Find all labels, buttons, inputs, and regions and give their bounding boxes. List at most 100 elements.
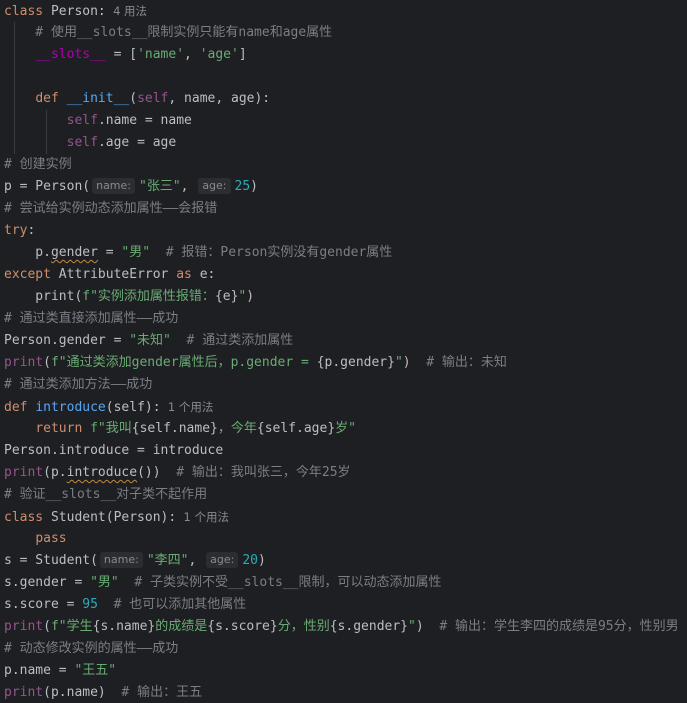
code-line[interactable]: class Person: 4 用法 [4,0,147,22]
code-token: print [4,619,44,634]
code-line[interactable]: def __init__(self, name, age): [4,88,270,110]
code-line[interactable]: # 创建实例 [4,154,72,176]
code-line[interactable]: print(p.name) # 输出：王五 [4,682,202,703]
code-line[interactable]: s.gender = "男" # 子类实例不受__slots__限制，可以动态添… [4,572,442,594]
code-line[interactable]: __slots__ = ['name', 'age'] [4,44,247,66]
code-line[interactable]: # 尝试给实例动态添加属性——会报错 [4,198,217,220]
code-token: .age = age [97,135,177,150]
code-token: , [180,179,197,194]
code-token: s.score = [4,597,83,612]
code-token: 'name' [137,47,185,62]
code-token: {s.score} [207,619,278,634]
code-line[interactable]: def introduce(self): 1 个用法 [4,396,213,418]
code-comment: # 输出：王五 [105,685,203,700]
code-comment: # 通过类直接添加属性——成功 [4,311,179,326]
usage-hint[interactable]: 4 用法 [106,4,147,18]
code-line[interactable]: pass [4,528,67,550]
parameter-hint: age: [206,552,239,568]
code-token: def [35,91,67,106]
code-token: ( [129,91,138,106]
code-token: 20 [242,553,258,568]
code-token: def [4,400,36,415]
code-token: Person: [50,4,106,19]
code-token: : [27,223,36,238]
code-line[interactable]: # 通过类添加方法——成功 [4,374,152,396]
code-token: 95 [82,597,98,612]
code-line[interactable]: p.name = "王五" [4,660,116,682]
code-token: {e} [214,289,239,304]
code-token: Person.introduce = introduce [4,443,224,458]
usage-hint[interactable]: 1 个用法 [161,400,214,414]
code-token: , [184,47,200,62]
code-token: {self.age} [256,421,336,436]
code-token: class [4,510,51,525]
code-line[interactable]: print(f"实例添加属性报错：{e}") [4,286,254,308]
code-comment: # 创建实例 [4,157,72,172]
code-token: as [176,267,200,282]
code-line[interactable]: except AttributeError as e: [4,264,215,286]
code-line[interactable]: try: [4,220,35,242]
code-token: try [4,223,28,238]
code-token: ) [402,355,411,370]
code-line[interactable]: p = Person(name: "张三", age: 25) [4,176,258,198]
code-token: (self): [105,400,161,415]
code-comment: # 也可以添加其他属性 [97,597,247,612]
code-token: f"通过类添加gender属性后，p.gender = [50,355,317,370]
code-token: 岁" [335,421,356,436]
code-line[interactable]: # 通过类直接添加属性——成功 [4,308,178,330]
code-token: __slots__ [35,47,106,62]
code-line[interactable]: # 验证__slots__对子类不起作用 [4,484,207,506]
code-token: f"学生 [50,619,93,634]
code-token: .name = name [97,113,192,128]
code-token: print( [4,289,83,304]
code-token: "男" [121,245,151,260]
code-token: ) [250,179,258,194]
code-line[interactable]: self.name = name [4,110,192,132]
code-token: self [66,113,98,128]
code-token: __init__ [66,91,130,106]
code-line[interactable]: print(f"学生{s.name}的成绩是{s.score}分，性别{s.ge… [4,616,679,638]
code-token: ( [43,355,51,370]
usage-hint[interactable]: 1 个用法 [176,510,230,524]
code-token: except [4,267,59,282]
code-line[interactable]: self.age = age [4,132,177,154]
code-token: 分，性别 [277,619,330,634]
code-line[interactable]: class Student(Person): 1 个用法 [4,506,229,528]
parameter-hint: name: [92,178,135,194]
code-editor[interactable]: class Person: 4 用法 # 使用__slots__限制实例只能有n… [0,0,687,703]
code-token: pass [35,531,67,546]
code-line[interactable]: print(p.introduce()) # 输出：我叫张三，今年25岁 [4,462,351,484]
code-token: ( [43,619,51,634]
code-token: return [35,421,91,436]
code-token: f"实例添加属性报错： [82,289,215,304]
code-line[interactable]: return f"我叫{self.name}，今年{self.age}岁" [4,418,356,440]
code-line[interactable]: Person.introduce = introduce [4,440,223,462]
code-line[interactable]: # 使用__slots__限制实例只能有name和age属性 [4,22,332,44]
code-comment: # 通过类添加属性 [170,333,294,348]
code-token: "未知" [129,333,171,348]
code-line[interactable]: s.score = 95 # 也可以添加其他属性 [4,594,246,616]
code-token: "王五" [74,663,117,678]
code-token: ] [238,47,247,62]
code-line[interactable]: s = Student(name: "李四", age: 20) [4,550,266,572]
code-token: introduce [66,465,138,480]
code-token: s = Student( [4,553,98,568]
code-line[interactable]: print(f"通过类添加gender属性后，p.gender = {p.gen… [4,352,507,374]
code-token: " [408,619,416,634]
code-line[interactable]: Person.gender = "未知" # 通过类添加属性 [4,330,293,352]
code-token: (p. [43,465,67,480]
code-comment: # 输出：未知 [410,355,507,370]
code-token: , [188,553,205,568]
code-token: print [4,685,44,700]
code-line[interactable]: # 动态修改实例的属性——成功 [4,638,178,660]
code-token: = [ [105,47,138,62]
code-token: ) [415,619,424,634]
code-token: {p.gender} [316,355,395,370]
code-token: introduce [35,400,106,415]
code-comment: # 输出：学生李四的成绩是95分，性别男 [423,619,679,634]
code-token: ) [258,553,266,568]
code-line[interactable]: p.gender = "男" # 报错：Person实例没有gender属性 [4,242,392,264]
